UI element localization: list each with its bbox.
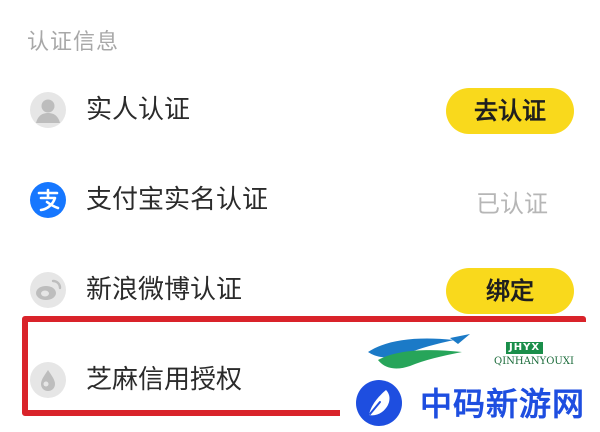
watermark-subtitle: QINHANYOUXI (494, 356, 574, 367)
watermark-bird-logo-icon (366, 330, 486, 384)
weibo-icon (30, 272, 66, 308)
screen: 认证信息 实人认证 去认证 支付宝实名认证 已认证 新浪微博认证 绑定 芝麻信用… (0, 0, 600, 432)
watermark-badge: JHYX (506, 342, 544, 354)
row-alipay-verification[interactable]: 支付宝实名认证 已认证 (0, 170, 600, 230)
go-verify-button[interactable]: 去认证 (446, 88, 574, 134)
row-weibo-verification[interactable]: 新浪微博认证 绑定 (0, 260, 600, 320)
row-real-person-verification[interactable]: 实人认证 去认证 (0, 80, 600, 140)
verified-status: 已认证 (476, 190, 548, 218)
bind-button[interactable]: 绑定 (446, 268, 574, 314)
row-label-real-person: 实人认证 (86, 95, 191, 125)
row-label-alipay: 支付宝实名认证 (86, 185, 269, 215)
user-avatar-icon (30, 92, 66, 128)
section-title: 认证信息 (27, 30, 120, 55)
alipay-icon (30, 182, 66, 218)
row-label-weibo: 新浪微博认证 (86, 275, 243, 305)
watermark-name: 中码新游网 (420, 385, 586, 423)
watermark-feather-icon (356, 380, 402, 426)
